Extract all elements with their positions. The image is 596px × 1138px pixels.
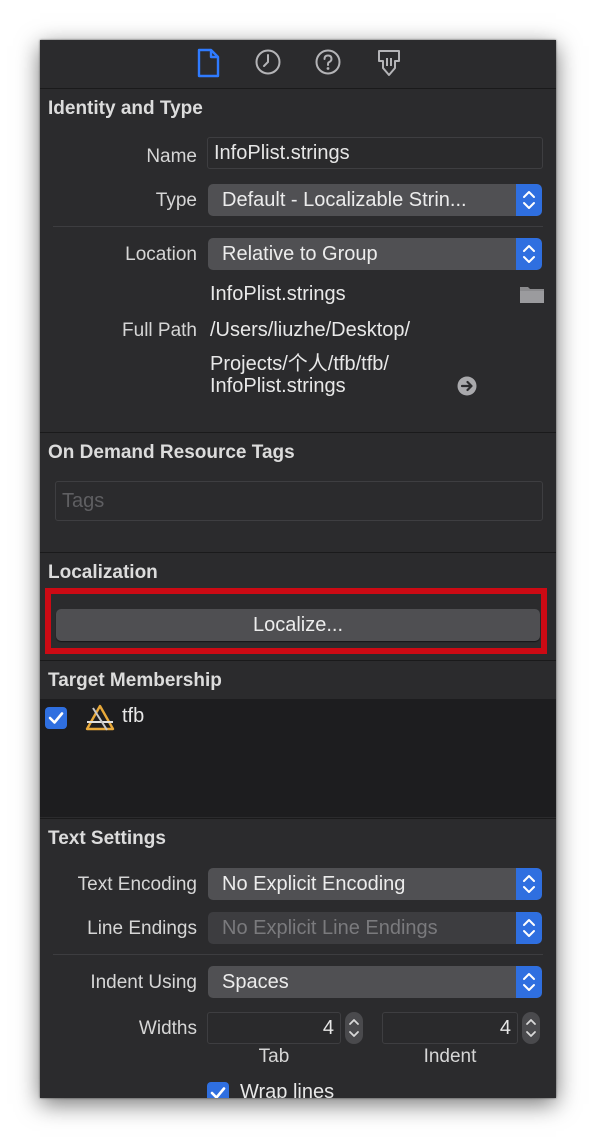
updown-arrows-icon xyxy=(516,238,542,270)
name-field[interactable]: InfoPlist.strings xyxy=(207,137,543,169)
file-inspector-icon[interactable] xyxy=(195,48,221,83)
text-encoding-label: Text Encoding xyxy=(77,874,197,895)
type-popup-value: Default - Localizable Strin... xyxy=(222,189,467,211)
location-label: Location xyxy=(125,244,197,265)
updown-arrows-icon xyxy=(516,184,542,216)
annotation-highlight-box xyxy=(45,588,547,654)
full-path-label: Full Path xyxy=(122,320,197,341)
line-endings-value: No Explicit Line Endings xyxy=(222,917,438,939)
line-endings-popup[interactable]: No Explicit Line Endings xyxy=(208,912,542,944)
name-label: Name xyxy=(146,146,197,167)
odr-section-title: On Demand Resource Tags xyxy=(48,442,295,463)
identity-icon[interactable] xyxy=(375,48,403,83)
full-path-line-2: Projects/个人/tfb/tfb/ xyxy=(210,353,389,375)
target-section-title: Target Membership xyxy=(48,670,222,691)
full-path-line-1: /Users/liuzhe/Desktop/ xyxy=(210,319,411,341)
type-label: Type xyxy=(155,190,197,211)
widths-label: Widths xyxy=(138,1018,197,1039)
target-checkbox[interactable] xyxy=(45,707,67,729)
indent-using-popup[interactable]: Spaces xyxy=(208,966,542,998)
location-popup-value: Relative to Group xyxy=(222,243,378,265)
list-item[interactable]: tfb xyxy=(40,703,556,733)
tab-width-field[interactable]: 4 xyxy=(207,1012,341,1044)
indent-width-stepper[interactable] xyxy=(522,1012,540,1044)
target-divider xyxy=(40,660,556,661)
file-inspector-panel: Identity and Type Name InfoPlist.strings… xyxy=(40,40,556,1098)
indent-width-field[interactable]: 4 xyxy=(382,1012,518,1044)
toolbar-divider xyxy=(40,88,556,89)
app-target-icon xyxy=(84,704,116,737)
updown-arrows-icon xyxy=(516,966,542,998)
tab-sublabel: Tab xyxy=(258,1046,290,1067)
wrap-lines-checkbox[interactable] xyxy=(207,1082,229,1098)
line-endings-label: Line Endings xyxy=(87,918,197,939)
target-name: tfb xyxy=(122,705,145,727)
updown-arrows-icon xyxy=(516,912,542,944)
text-settings-divider xyxy=(40,818,556,819)
history-icon[interactable] xyxy=(254,48,282,81)
updown-arrows-icon xyxy=(516,868,542,900)
full-path-line-3: InfoPlist.strings xyxy=(210,375,346,397)
text-settings-section-title: Text Settings xyxy=(48,828,166,849)
identity-section-title: Identity and Type xyxy=(48,98,203,119)
localization-divider xyxy=(40,552,556,553)
indent-using-label: Indent Using xyxy=(90,972,197,993)
text-encoding-value: No Explicit Encoding xyxy=(222,873,406,895)
indent-using-value: Spaces xyxy=(222,971,289,993)
wrap-lines-label: Wrap lines xyxy=(240,1081,335,1098)
odr-divider xyxy=(40,432,556,433)
location-file-name: InfoPlist.strings xyxy=(210,283,346,305)
inspector-toolbar xyxy=(40,40,556,88)
location-popup[interactable]: Relative to Group xyxy=(208,238,542,270)
type-popup[interactable]: Default - Localizable Strin... xyxy=(208,184,542,216)
tags-input[interactable]: Tags xyxy=(55,481,543,521)
reveal-arrow-icon[interactable] xyxy=(457,376,477,401)
text-settings-inner-divider xyxy=(53,954,543,955)
tab-width-stepper[interactable] xyxy=(345,1012,363,1044)
identity-divider xyxy=(53,226,543,227)
help-icon[interactable] xyxy=(314,48,342,81)
target-list: tfb xyxy=(40,699,556,817)
localization-section-title: Localization xyxy=(48,562,158,583)
folder-icon[interactable] xyxy=(519,284,545,309)
indent-sublabel: Indent xyxy=(423,1046,477,1067)
text-encoding-popup[interactable]: No Explicit Encoding xyxy=(208,868,542,900)
